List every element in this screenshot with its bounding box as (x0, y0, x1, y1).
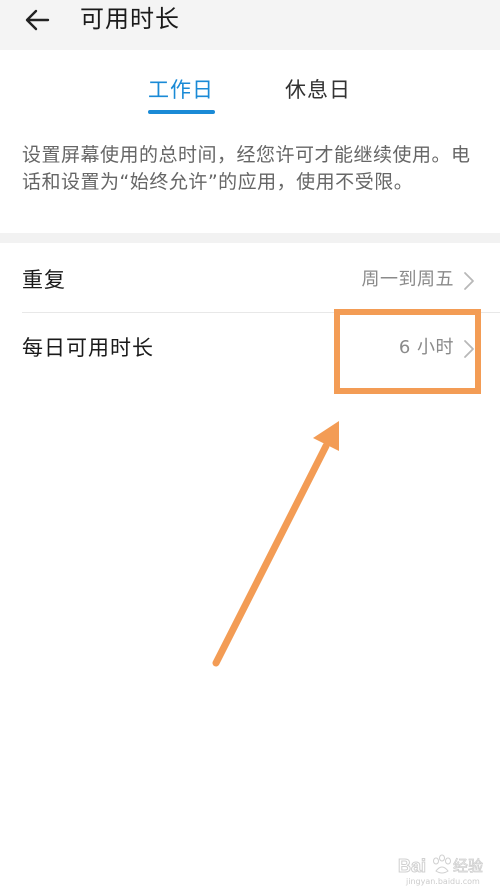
repeat-value: 周一到周五 (361, 269, 454, 290)
svg-text:Bai: Bai (398, 856, 426, 876)
watermark: Bai 经验 jingyan.baidu.com (398, 852, 492, 888)
daily-duration-value: 6 小时 (398, 337, 454, 358)
day-type-tabs: 工作日 休息日 (0, 50, 500, 120)
daily-duration-label: 每日可用时长 (22, 336, 154, 360)
tab-selected-indicator (148, 110, 215, 114)
svg-text:经验: 经验 (453, 857, 483, 875)
daily-duration-setting-row[interactable]: 每日可用时长 6 小时 (0, 314, 500, 382)
arrow-left-icon[interactable] (22, 4, 54, 36)
annotation-arrow (212, 421, 339, 667)
tab-workday[interactable]: 工作日 (148, 76, 214, 104)
row-divider (22, 312, 500, 313)
chevron-right-icon (464, 272, 474, 290)
repeat-setting-row[interactable]: 重复 周一到周五 (0, 246, 500, 314)
section-divider (0, 233, 500, 243)
tab-restday[interactable]: 休息日 (285, 76, 351, 104)
chevron-right-icon (464, 340, 474, 358)
watermark-url: jingyan.baidu.com (406, 877, 480, 886)
page-title: 可用时长 (80, 5, 180, 33)
description-text: 设置屏幕使用的总时间，经您许可才能继续使用。电话和设置为“始终允许”的应用，使用… (22, 144, 471, 193)
screen: 可用时长 工作日 休息日 设置屏幕使用的总时间，经您许可才能继续使用。电话和设置… (0, 0, 500, 894)
top-bar: 可用时长 (0, 0, 500, 50)
baidu-jingyan-logo: Bai 经验 (398, 854, 483, 877)
repeat-label: 重复 (22, 268, 66, 292)
